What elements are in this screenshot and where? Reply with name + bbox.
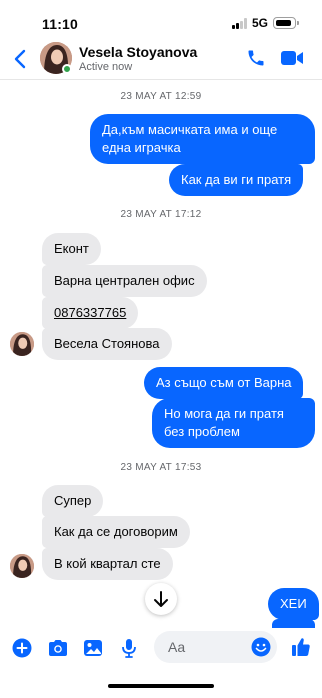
message-text: една играчка	[102, 140, 181, 155]
phone-number-link[interactable]: 0876337765	[54, 305, 126, 320]
message-text: Весела Стоянова	[54, 336, 160, 351]
message-incoming[interactable]: Варна централен офис	[42, 265, 207, 297]
message-text: Еконт	[54, 241, 89, 256]
message-text: Супер	[54, 493, 92, 508]
message-input[interactable]: Aa	[154, 631, 277, 663]
message-incoming[interactable]: Супер	[42, 485, 104, 517]
message-outgoing-partial	[272, 619, 315, 628]
message-outgoing[interactable]: Аз също съм от Варна	[144, 367, 304, 399]
message-text: Как да ви ги пратя	[181, 172, 292, 187]
plus-circle-icon[interactable]	[12, 638, 32, 658]
message-text: Как да се договорим	[54, 524, 178, 539]
arrow-down-icon	[154, 591, 168, 607]
network-label: 5G	[252, 16, 269, 30]
contact-name[interactable]: Vesela Stoyanova	[79, 44, 197, 60]
timestamp: 23 MAY AT 12:59	[120, 91, 202, 102]
online-indicator	[62, 64, 72, 74]
message-outgoing[interactable]: Как да ви ги пратя	[169, 164, 304, 196]
message-text: Варна централен офис	[54, 273, 195, 288]
status-time: 11:10	[42, 16, 79, 32]
message-text: В кой квартал сте	[54, 556, 161, 571]
message-text: без проблем	[164, 424, 240, 439]
message-text: ХЕИ	[280, 596, 307, 611]
message-input-placeholder: Aa	[168, 639, 186, 655]
chevron-left-icon[interactable]	[11, 48, 31, 70]
avatar[interactable]	[10, 332, 34, 356]
battery-icon	[273, 17, 299, 29]
signal-icon	[232, 18, 250, 29]
message-text: Аз също съм от Варна	[156, 375, 292, 390]
avatar[interactable]	[10, 554, 34, 578]
chat-header: Vesela Stoyanova Active now	[0, 40, 322, 80]
camera-icon[interactable]	[47, 638, 69, 658]
message-incoming[interactable]: В кой квартал сте	[42, 548, 173, 580]
status-bar: 11:10 5G	[0, 0, 322, 44]
home-indicator	[108, 684, 214, 688]
message-outgoing[interactable]: Но мога да ги пратя без проблем	[152, 398, 315, 448]
phone-icon[interactable]	[246, 48, 266, 68]
message-outgoing[interactable]: ХЕИ	[268, 588, 319, 620]
thumbs-up-icon[interactable]	[291, 636, 311, 658]
message-incoming[interactable]: Как да се договорим	[42, 516, 190, 548]
timestamp: 23 MAY AT 17:53	[120, 462, 202, 473]
message-text: Да,към масичката има и още	[102, 122, 278, 137]
timestamp: 23 MAY AT 17:12	[120, 209, 202, 220]
message-incoming[interactable]: Еконт	[42, 233, 101, 265]
image-icon[interactable]	[83, 638, 103, 658]
composer-bar: Aa	[0, 628, 322, 668]
message-incoming[interactable]: Весела Стоянова	[42, 328, 172, 360]
video-camera-icon[interactable]	[280, 49, 304, 67]
microphone-icon[interactable]	[119, 638, 139, 658]
message-text: Но мога да ги пратя	[164, 406, 284, 421]
contact-status: Active now	[79, 61, 133, 73]
emoji-icon[interactable]	[251, 637, 271, 657]
message-outgoing[interactable]: Да,към масичката има и още една играчка	[90, 114, 315, 164]
message-incoming[interactable]: 0876337765	[42, 297, 139, 329]
scroll-down-button[interactable]	[145, 583, 177, 615]
